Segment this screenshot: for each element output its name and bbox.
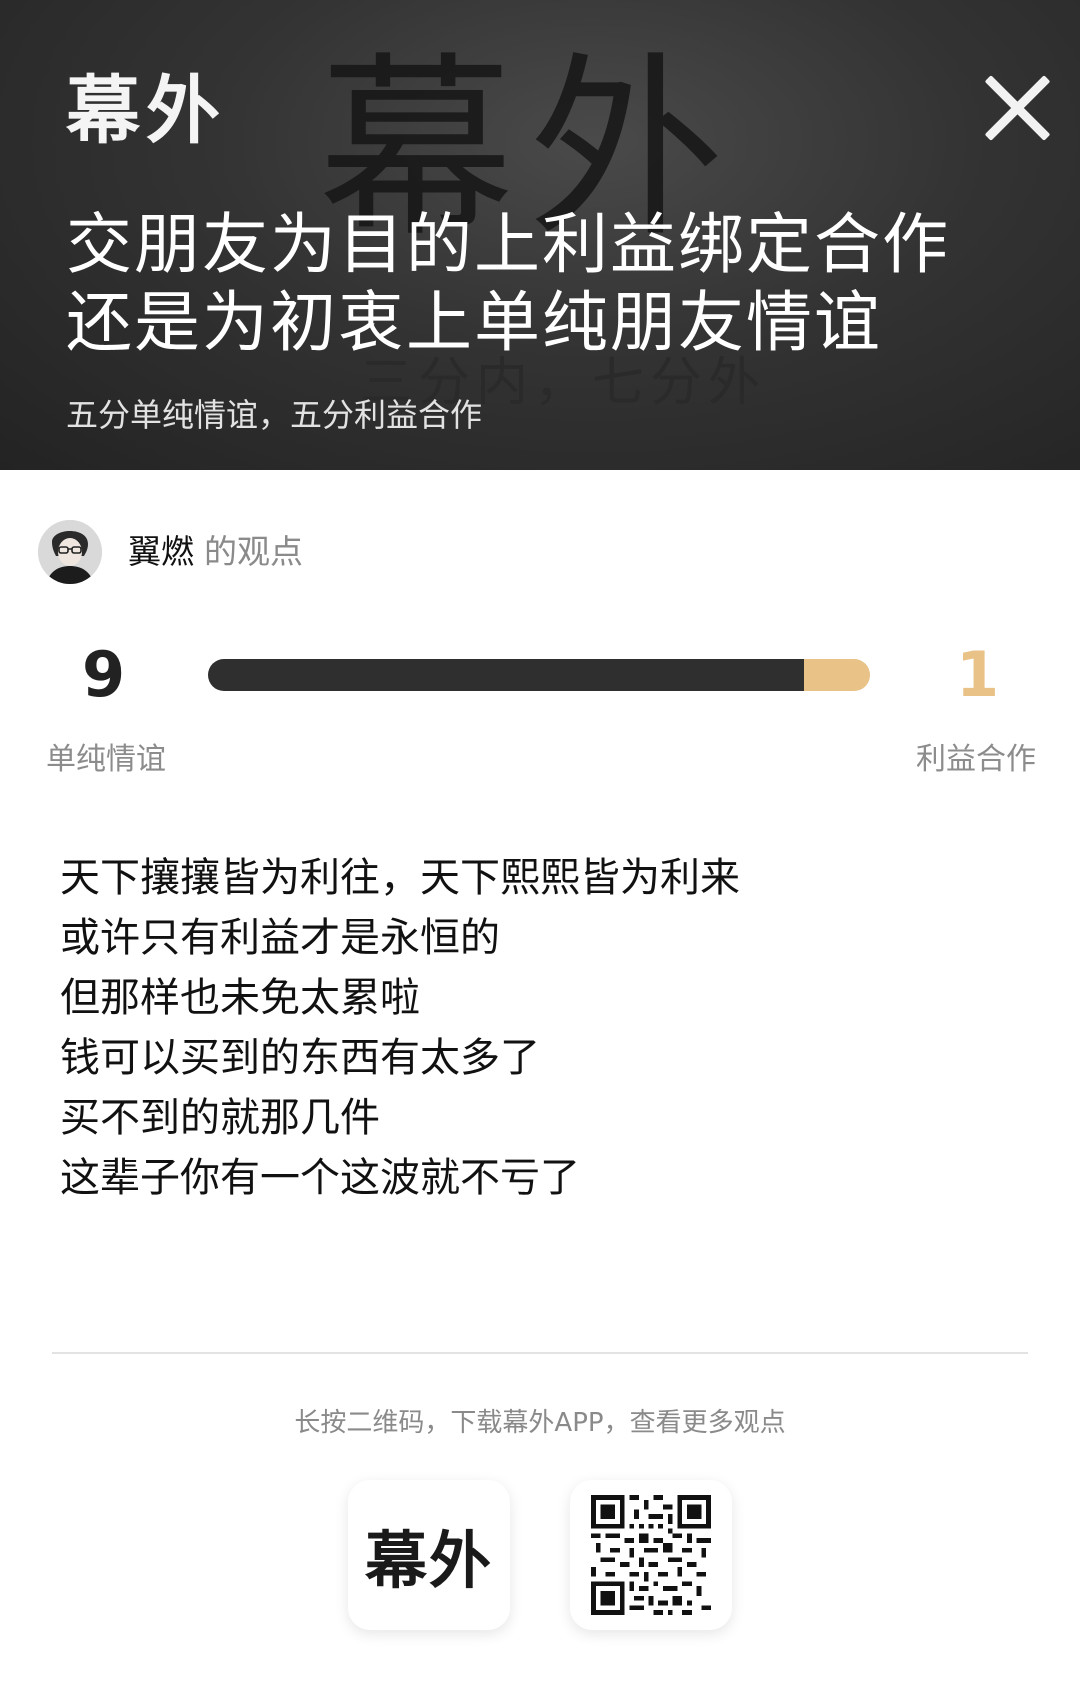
author-name[interactable]: 翼燃 [128,532,194,571]
left-option-label: 单纯情谊 [46,742,166,777]
vote-progress-bar [208,659,870,691]
download-hint: 长按二维码，下载幕外APP，查看更多观点 [294,1408,786,1438]
close-icon[interactable] [982,72,1054,144]
topic-title: 交朋友为目的上利益绑定合作还是为初衷上单纯朋友情谊 [66,206,950,361]
author-row: 翼燃 的观点 [128,530,303,574]
topic-subtitle: 五分单纯情谊，五分利益合作 [66,396,483,434]
vote-bar-left-fill [208,659,804,691]
qr-code-card[interactable] [570,1480,732,1630]
opinion-line: 或许只有利益才是永恒的 [60,915,500,961]
right-option-label: 利益合作 [916,742,1036,777]
footer-divider [52,1352,1028,1354]
app-logo: 幕外 [364,1524,493,1597]
opinion-line: 买不到的就那几件 [60,1095,380,1141]
author-suffix: 的观点 [204,532,303,571]
avatar[interactable] [38,520,102,584]
qr-code-icon[interactable] [591,1495,711,1615]
vote-bar-right-fill [803,659,870,691]
app-logo: 幕外 [66,68,226,154]
opinion-line: 钱可以买到的东西有太多了 [60,1035,540,1081]
header-banner: 幕外 三分内，七分外 幕外 交朋友为目的上利益绑定合作还是为初衷上单纯朋友情谊 … [0,0,1080,470]
app-logo-card: 幕外 [348,1480,510,1630]
left-option-count: 9 [82,638,126,711]
opinion-text: 天下攘攘皆为利往，天下熙熙皆为利来 或许只有利益才是永恒的 但那样也未免太累啦 … [60,848,1020,1208]
opinion-line: 但那样也未免太累啦 [60,975,420,1021]
right-option-count: 1 [956,638,1000,711]
opinion-line: 天下攘攘皆为利往，天下熙熙皆为利来 [60,855,740,901]
opinion-line: 这辈子你有一个这波就不亏了 [60,1155,580,1201]
